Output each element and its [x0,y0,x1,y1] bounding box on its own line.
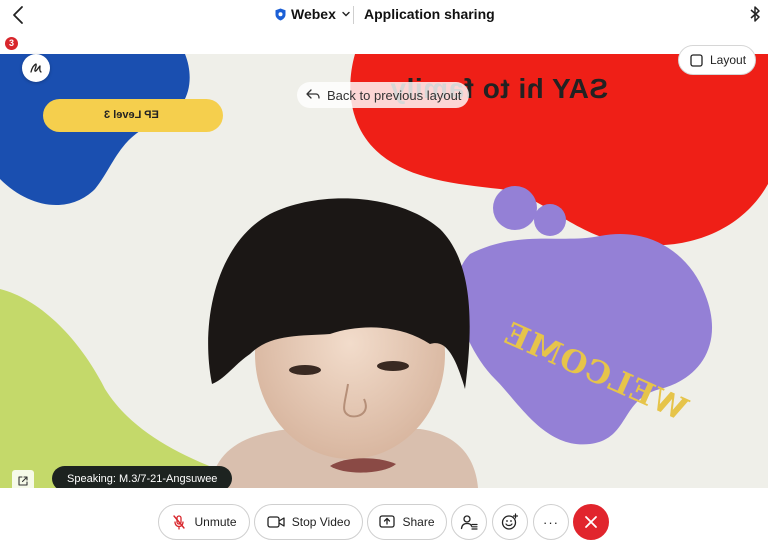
webex-menu[interactable]: Webex [275,6,351,22]
back-button[interactable] [8,4,30,26]
stop-video-button[interactable]: Stop Video [254,504,363,540]
share-button[interactable]: Share [367,504,447,540]
stop-video-label: Stop Video [291,515,351,529]
share-label: Share [402,515,435,529]
page-title: Application sharing [364,6,495,22]
bluetooth-icon [750,6,760,22]
layout-label: Layout [710,53,747,67]
share-screen-icon [379,515,396,528]
meeting-controls-bar: Unmute Stop Video Share ··· [0,488,768,540]
purple-small-blob-b [534,204,566,236]
notification-badge[interactable]: 3 [5,37,18,50]
reactions-button[interactable] [492,504,528,540]
reactions-icon [501,513,519,530]
person-eye-left [289,365,321,375]
layout-button[interactable]: Layout [678,45,756,75]
participants-button[interactable] [451,504,487,540]
annotate-button[interactable] [22,54,50,82]
shared-screen-stage: SAY hi to family EP Level 3 WELCOME [0,54,768,488]
participants-icon [460,515,478,530]
brand-name: Webex [291,6,336,22]
unmute-label: Unmute [194,515,237,529]
back-to-previous-layout-label: Back to previous layout [327,87,462,103]
top-bar: Webex Application sharing [0,0,768,30]
mic-muted-icon [173,515,186,530]
chevron-down-icon [342,11,350,17]
person-eye-right [377,361,409,371]
back-to-previous-layout-button[interactable]: Back to previous layout [297,82,470,108]
end-call-button[interactable] [573,504,609,540]
back-chevron-icon [13,6,23,24]
close-x-icon [585,516,597,528]
popout-icon [18,476,28,486]
title-divider [353,6,354,24]
level-label: EP Level 3 [104,109,159,121]
layout-square-icon [690,53,703,67]
video-camera-icon [267,516,285,528]
back-arrow-icon [306,89,320,99]
webex-shield-icon [275,8,286,20]
unmute-button[interactable]: Unmute [158,504,250,540]
purple-small-blob-a [493,186,537,230]
annotate-icon [30,63,42,73]
more-options-button[interactable]: ··· [533,504,569,540]
